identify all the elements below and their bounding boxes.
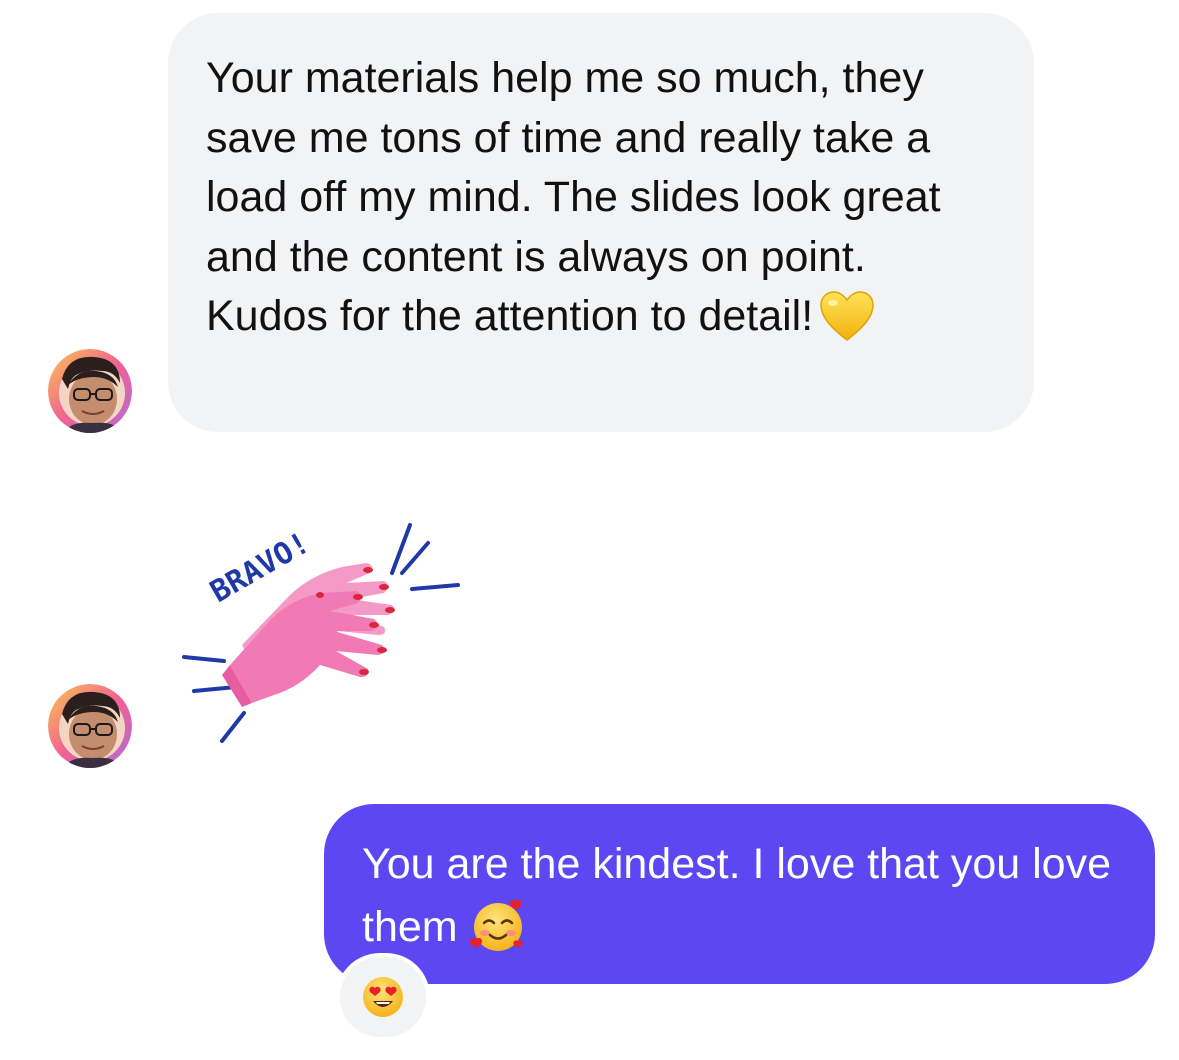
heart-eyes-icon [363,977,403,1017]
smiling-face-with-hearts-icon [468,895,528,972]
avatar-photo-icon [48,684,132,768]
clapping-hands-sticker-icon: BRAVO! [182,523,460,743]
avatar-photo-icon [48,349,132,433]
sender-avatar[interactable] [48,684,132,768]
incoming-message-bubble[interactable]: Your materials help me so much, they sav… [168,13,1034,432]
bravo-sticker[interactable]: BRAVO! [170,515,470,755]
heart-eyes-reaction[interactable] [340,957,426,1037]
outgoing-message-bubble[interactable]: You are the kindest. I love that you lov… [324,804,1155,984]
yellow-heart-icon [819,290,875,359]
sender-avatar[interactable] [48,349,132,433]
